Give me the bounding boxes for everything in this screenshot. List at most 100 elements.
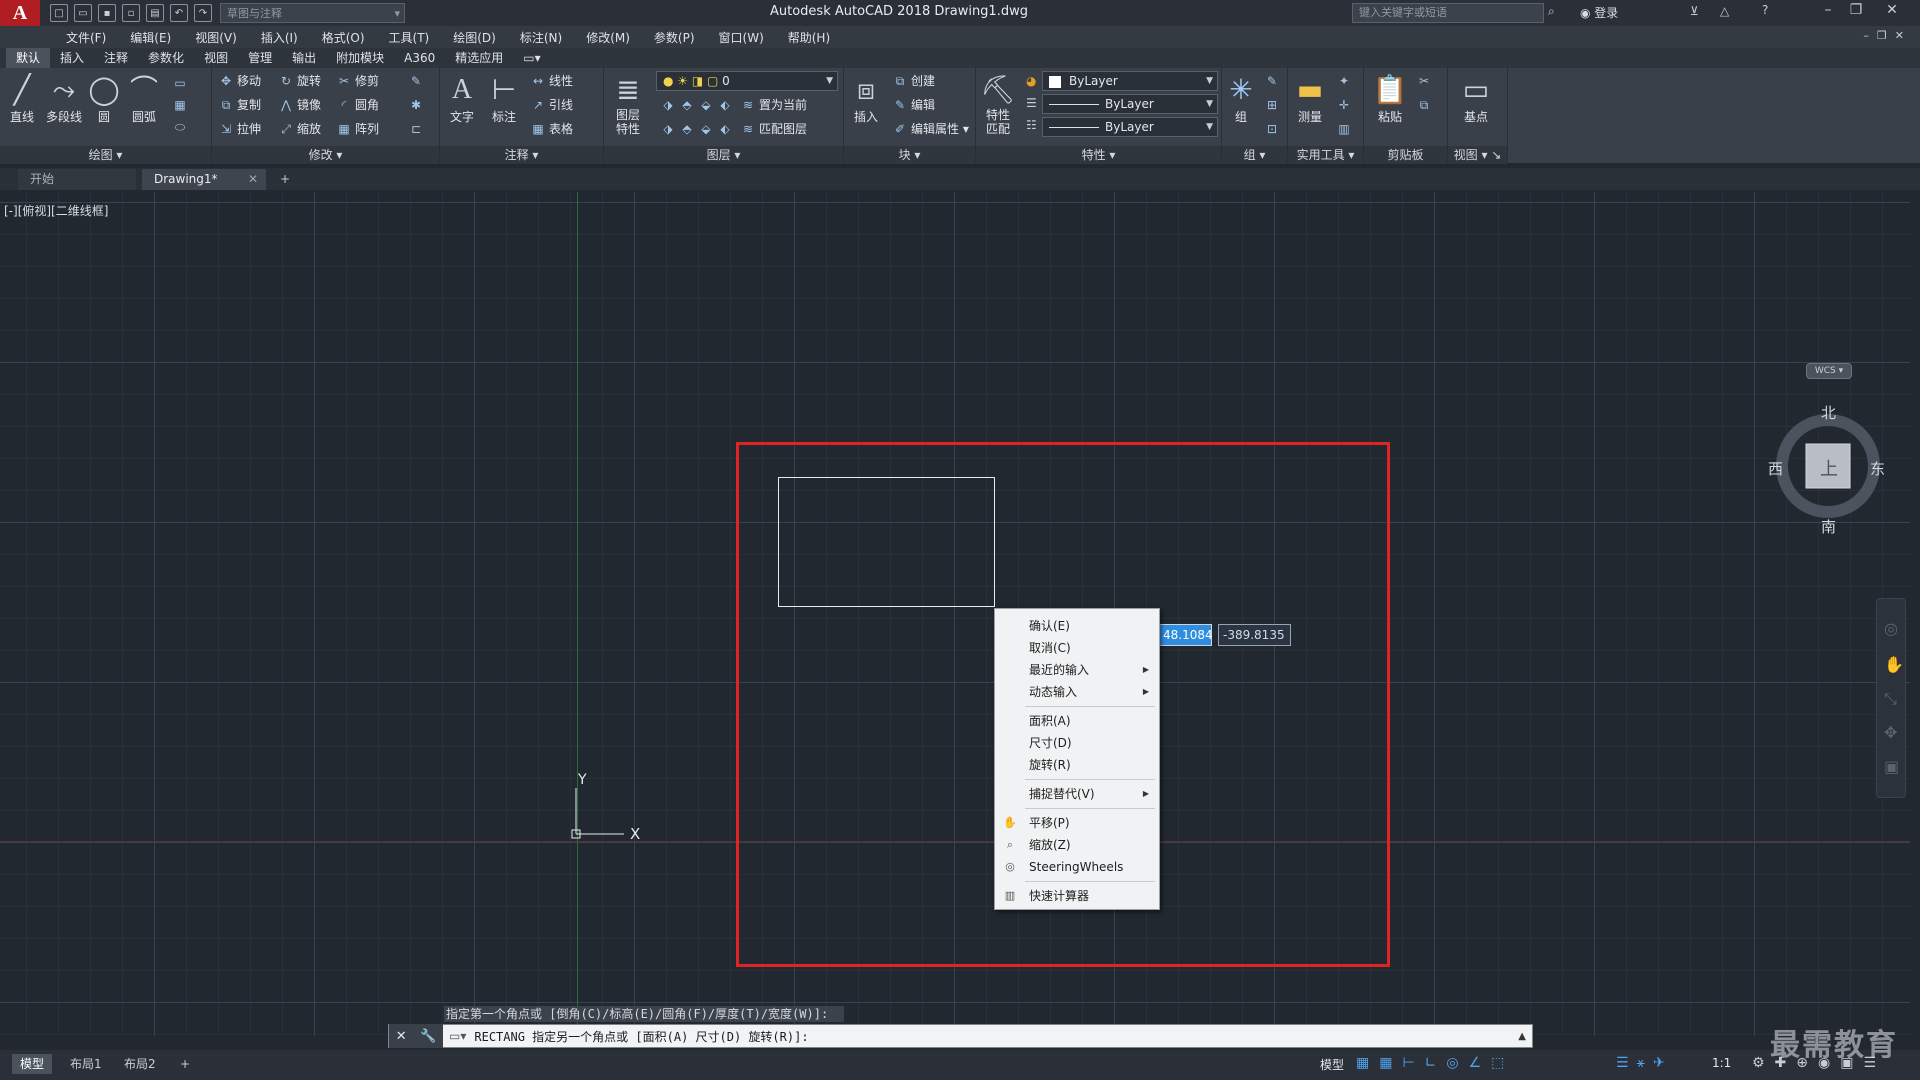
- panel-title-layers[interactable]: 图层 ▾: [604, 146, 843, 164]
- undo-icon[interactable]: ↶: [170, 4, 188, 22]
- compass-north[interactable]: 北: [1821, 402, 1836, 423]
- restore-button[interactable]: ❐: [1842, 2, 1870, 22]
- panel-title-draw[interactable]: 绘图 ▾: [0, 146, 211, 164]
- rotate-tool[interactable]: ↻ 旋转: [278, 70, 321, 92]
- open-file-icon[interactable]: ▭: [74, 4, 92, 22]
- copy-tool[interactable]: ⧉ 复制: [218, 94, 261, 116]
- menu-modify[interactable]: 修改(M): [574, 29, 642, 46]
- menu-view[interactable]: 视图(V): [183, 29, 249, 46]
- showmotion-icon[interactable]: ▣: [1884, 757, 1899, 776]
- polyline-tool[interactable]: ⤳ 多段线: [44, 72, 84, 125]
- search-input[interactable]: 键入关键字或短语: [1352, 3, 1544, 23]
- hatch-tool[interactable]: ▦: [172, 94, 191, 116]
- circle-tool[interactable]: ◯ 圆: [84, 72, 124, 125]
- tab-featured-apps[interactable]: 精选应用: [445, 48, 513, 68]
- print-icon[interactable]: ▤: [146, 4, 164, 22]
- new-tab-button[interactable]: +: [272, 169, 298, 190]
- panel-title-modify[interactable]: 修改 ▾: [212, 146, 439, 164]
- menu-item-confirm[interactable]: 确认(E): [995, 615, 1159, 637]
- new-file-icon[interactable]: □: [50, 4, 68, 22]
- panel-title-utilities[interactable]: 实用工具 ▾: [1288, 146, 1363, 164]
- menu-item-snap-override[interactable]: 捕捉替代(V) ▶: [995, 783, 1159, 805]
- menu-item-rotation[interactable]: 旋转(R): [995, 754, 1159, 776]
- annotation-toggles[interactable]: ☰⚹✈: [1616, 1055, 1673, 1071]
- menu-window[interactable]: 窗口(W): [707, 29, 776, 46]
- pan-icon[interactable]: ✋: [1884, 655, 1904, 674]
- menu-item-dynamic-input[interactable]: 动态输入 ▶: [995, 681, 1159, 703]
- group-edit-tool[interactable]: ⊞: [1264, 94, 1283, 116]
- dynamic-input-y[interactable]: -389.8135: [1218, 624, 1291, 646]
- scale-tool[interactable]: ⤢ 缩放: [278, 118, 321, 140]
- table-tool[interactable]: ▦ 表格: [530, 118, 573, 140]
- line-tool[interactable]: ╱ 直线: [2, 72, 42, 125]
- ungroup-tool[interactable]: ✎: [1264, 70, 1283, 92]
- point-tool[interactable]: ✛: [1336, 94, 1355, 116]
- tab-layout2[interactable]: 布局2: [116, 1054, 164, 1074]
- linetype-dropdown[interactable]: ByLayer ▼: [1042, 94, 1218, 114]
- close-icon[interactable]: ✕: [248, 169, 258, 190]
- menu-draw[interactable]: 绘图(D): [441, 29, 508, 46]
- cut-tool[interactable]: ✂: [1416, 70, 1435, 92]
- linear-dim-tool[interactable]: ↔ 线性: [530, 70, 573, 92]
- tab-annotate[interactable]: 注释: [94, 48, 138, 68]
- drafting-toggles[interactable]: ▦▦⊢∟◎∠⬚: [1356, 1055, 1514, 1071]
- annotation-scale[interactable]: 1:1: [1712, 1056, 1731, 1070]
- tab-view[interactable]: 视图: [194, 48, 238, 68]
- copy-clip-tool[interactable]: ⧉: [1416, 94, 1435, 116]
- save-icon[interactable]: ▪: [98, 4, 116, 22]
- menu-parametric[interactable]: 参数(P): [642, 29, 707, 46]
- panel-title-view[interactable]: 视图 ▾ ↘: [1448, 146, 1507, 164]
- lineweight-dropdown[interactable]: ByLayer ▼: [1042, 117, 1218, 137]
- command-prompt-icon[interactable]: ▭▾: [449, 1029, 466, 1043]
- layer-walk-tools[interactable]: ⬗ ⬘ ⬙ ⬖: [660, 118, 736, 140]
- text-tool[interactable]: A 文字: [442, 72, 482, 125]
- viewcube[interactable]: 北 南 东 西 上: [1768, 400, 1888, 540]
- layer-dropdown[interactable]: ● ☀ ◨ ▢ 0 ▼: [656, 71, 838, 91]
- wcs-dropdown[interactable]: WCS ▾: [1806, 363, 1852, 379]
- menu-item-zoom[interactable]: ⌕ 缩放(Z): [995, 834, 1159, 856]
- id-point-tool[interactable]: ✦: [1336, 70, 1355, 92]
- close-icon[interactable]: ✕: [396, 1029, 407, 1044]
- autodesk-icon[interactable]: △: [1720, 4, 1729, 18]
- steering-wheel-icon[interactable]: ◎: [1884, 619, 1898, 638]
- stretch-tool[interactable]: ⇲ 拉伸: [218, 118, 261, 140]
- leader-tool[interactable]: ↗ 引线: [530, 94, 573, 116]
- measure-tool[interactable]: ▬ 测量: [1290, 72, 1330, 125]
- menu-item-pan[interactable]: ✋ 平移(P): [995, 812, 1159, 834]
- mirror-tool[interactable]: ⋀ 镜像: [278, 94, 321, 116]
- menu-item-recent-input[interactable]: 最近的输入 ▶: [995, 659, 1159, 681]
- layer-properties-tool[interactable]: ≣ 图层 特性: [604, 72, 652, 136]
- workspace-dropdown[interactable]: 草图与注释 ▾: [220, 3, 405, 23]
- group-tool[interactable]: ✳ 组: [1222, 72, 1260, 125]
- menu-insert[interactable]: 插入(I): [249, 29, 310, 46]
- move-tool[interactable]: ✥ 移动: [218, 70, 261, 92]
- binoculars-icon[interactable]: ⌕: [1548, 4, 1555, 19]
- edit-block-tool[interactable]: ✎ 编辑: [892, 94, 935, 116]
- group-select-tool[interactable]: ⊡: [1264, 118, 1283, 140]
- menu-help[interactable]: 帮助(H): [776, 29, 842, 46]
- viewport-label[interactable]: [-][俯视][二维线框]: [4, 202, 108, 219]
- panel-title-block[interactable]: 块 ▾: [844, 146, 975, 164]
- menu-dimension[interactable]: 标注(N): [508, 29, 574, 46]
- menu-item-quickcalc[interactable]: ▥ 快速计算器: [995, 885, 1159, 907]
- cart-icon[interactable]: ⊻: [1690, 4, 1699, 18]
- calculator-tool[interactable]: ▥: [1336, 118, 1355, 140]
- redo-icon[interactable]: ↷: [194, 4, 212, 22]
- paste-tool[interactable]: 📋 粘贴: [1370, 72, 1410, 125]
- menu-item-dimensions[interactable]: 尺寸(D): [995, 732, 1159, 754]
- layer-state-tools[interactable]: ⬗ ⬘ ⬙ ⬖: [660, 94, 736, 116]
- drawn-rectangle[interactable]: [778, 477, 995, 607]
- tab-default[interactable]: 默认: [6, 48, 51, 68]
- ellipse-tool[interactable]: ⬭: [172, 116, 191, 138]
- menu-item-cancel[interactable]: 取消(C): [995, 637, 1159, 659]
- tab-insert[interactable]: 插入: [50, 48, 94, 68]
- array-tool[interactable]: ▦ 阵列: [336, 118, 379, 140]
- tab-manage[interactable]: 管理: [238, 48, 282, 68]
- fillet-tool[interactable]: ◜ 圆角: [336, 94, 379, 116]
- trim-tool[interactable]: ✂ 修剪: [336, 70, 379, 92]
- tab-model[interactable]: 模型: [12, 1054, 53, 1074]
- chevron-up-icon[interactable]: ▲: [1518, 1031, 1526, 1042]
- tab-drawing1[interactable]: Drawing1* ✕: [142, 169, 266, 190]
- drawing-canvas[interactable]: [-][俯视][二维线框] Y X 北 南 东 西 上 WCS ▾ ◎ ✋ ⤡ …: [0, 192, 1910, 1036]
- menu-edit[interactable]: 编辑(E): [118, 29, 183, 46]
